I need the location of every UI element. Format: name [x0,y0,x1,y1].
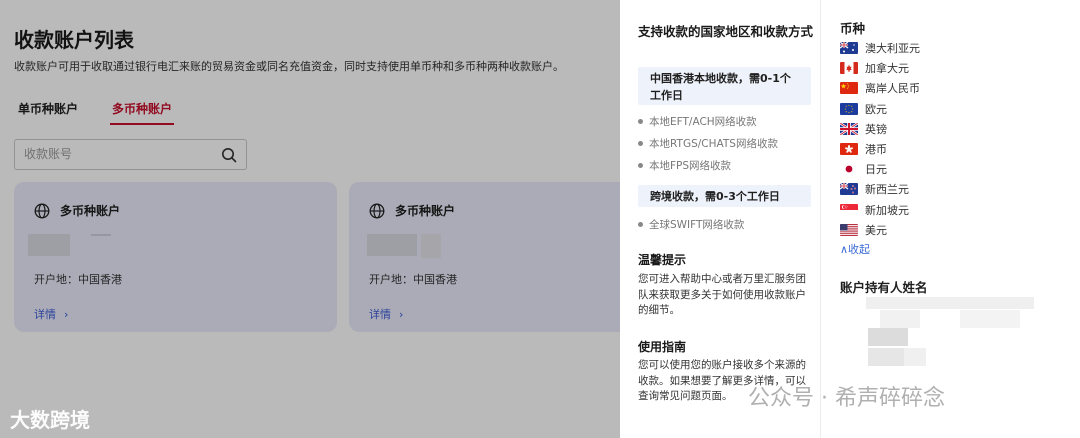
payment-method-item: 全球SWIFT网络收款 [638,217,744,232]
modal-overlay[interactable] [0,0,620,438]
account-holder-title: 账户持有人姓名 [840,280,928,295]
singapore-flag-icon [840,203,858,216]
payment-method-label: 本地EFT/ACH网络收款 [649,116,757,128]
guide-title: 使用指南 [638,340,687,354]
hongkong-flag-icon [840,143,858,156]
currency-item: 加拿大元 [840,58,920,78]
masked-holder-name [868,328,908,346]
currency-item: 新西兰元 [840,179,920,199]
newzealand-flag-icon [840,183,858,196]
currency-item: 美元 [840,220,920,240]
masked-holder-name [904,348,926,366]
japan-flag-icon [840,163,858,176]
eu-flag-icon [840,102,858,115]
currency-name: 加拿大元 [865,62,909,76]
masked-holder-name [868,348,904,366]
cross-border-box: 跨境收款，需0-3个工作日 [638,185,811,207]
bullet-dot [638,222,643,227]
payment-method-label: 全球SWIFT网络收款 [649,219,745,231]
payment-method-label: 本地RTGS/CHATS网络收款 [649,138,778,150]
currency-item: 新加坡元 [840,200,920,220]
currency-name: 离岸人民币 [865,82,920,96]
currency-title: 币种 [840,21,866,36]
payment-method-item: 本地FPS网络收款 [638,158,731,173]
payment-method-label: 本地FPS网络收款 [649,160,732,172]
account-detail-drawer: 支持收款的国家地区和收款方式 中国香港本地收款，需0-1个工作日 本地EFT/A… [620,0,1080,438]
bullet-dot [638,141,643,146]
currency-item: 离岸人民币 [840,78,920,98]
account-list-page: 收款账户列表 收款账户可用于收取通过银行电汇来账的贸易资金或同名充值资金，同时支… [0,0,672,438]
bullet-dot [638,119,643,124]
currency-item: 港币 [840,139,920,159]
currency-name: 日元 [865,163,887,177]
currency-name: 新加坡元 [865,203,909,217]
currency-name: 新西兰元 [865,183,909,197]
bullet-dot [638,163,643,168]
canada-flag-icon [840,62,858,75]
usa-flag-icon [840,223,858,236]
china-flag-icon [840,82,858,95]
currency-name: 欧元 [865,102,887,116]
tip-title: 温馨提示 [638,253,687,267]
column-divider [820,0,821,438]
masked-holder-name [960,310,1020,328]
collapse-link[interactable]: ∧收起 [840,241,870,257]
currency-name: 澳大利亚元 [865,42,920,56]
payment-method-item: 本地EFT/ACH网络收款 [638,114,757,129]
currency-item: 英镑 [840,119,920,139]
masked-holder-name [866,297,1034,309]
currency-item: 欧元 [840,99,920,119]
currency-name: 英镑 [865,122,887,136]
watermark-left: 大数跨境 [10,408,90,432]
currency-item: 日元 [840,159,920,179]
currency-name: 美元 [865,223,887,237]
masked-holder-name [880,310,920,328]
uk-flag-icon [840,122,858,135]
currency-list: 澳大利亚元 加拿大元 离岸人民币 欧元 英镑 港币 日元 新西兰元 新加坡元 美… [840,38,920,240]
supported-regions-title: 支持收款的国家地区和收款方式 [638,24,814,39]
hk-local-box: 中国香港本地收款，需0-1个工作日 [638,67,811,105]
australia-flag-icon [840,42,858,55]
currency-name: 港币 [865,143,887,157]
payment-method-item: 本地RTGS/CHATS网络收款 [638,136,778,151]
tip-text: 您可进入帮助中心或者万里汇服务团队来获取更多关于如何使用收款账户的细节。 [638,273,806,316]
currency-item: 澳大利亚元 [840,38,920,58]
watermark-right: 公众号 · 希声碎碎念 [748,386,945,411]
